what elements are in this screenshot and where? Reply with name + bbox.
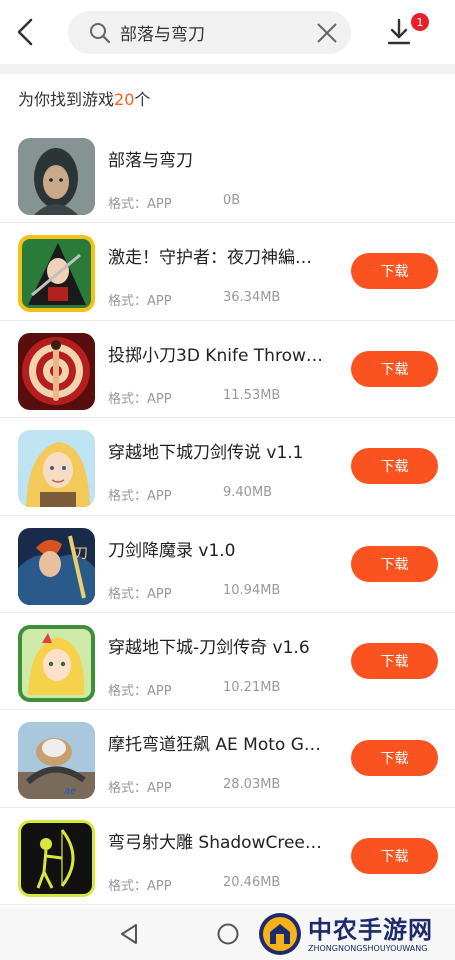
download-manager-icon[interactable] — [384, 16, 414, 48]
chevron-left-icon — [17, 18, 33, 46]
app-format: 格式：APP — [108, 391, 172, 407]
list-item[interactable]: 穿越地下城刀剑传说 v1.1 格式：APP 9.40MB 下载 — [0, 418, 455, 516]
app-size: 9.40MB — [223, 485, 273, 501]
download-button[interactable]: 下载 — [351, 448, 438, 485]
list-item[interactable]: 激走！守护者：夜刀神編… 格式：APP 36.34MB 下载 — [0, 223, 455, 321]
target-icon — [18, 332, 95, 410]
search-input[interactable] — [120, 11, 310, 54]
swordsman-icon: 刀 — [18, 527, 95, 605]
back-button[interactable] — [10, 14, 40, 50]
app-name: 部落与弯刀 — [108, 151, 193, 171]
app-name: 投掷小刀3D Knife Throw… — [108, 345, 323, 366]
list-item[interactable]: 弯弓射大雕 ShadowCree… 格式：APP 20.46MB 下载 — [0, 808, 455, 906]
shadow-archer-icon — [18, 819, 95, 897]
app-size: 10.21MB — [223, 679, 281, 695]
download-count-badge: 1 — [411, 13, 429, 31]
app-size: 36.34MB — [223, 290, 281, 306]
app-name: 刀剑降魔录 v1.0 — [108, 540, 236, 561]
app-format: 格式：APP — [108, 878, 172, 894]
app-name: 弯弓射大雕 ShadowCree… — [108, 832, 322, 853]
svg-text:刀: 刀 — [74, 546, 88, 562]
tribe-icon — [18, 138, 95, 215]
list-item[interactable]: 刀 刀剑降魔录 v1.0 格式：APP 10.94MB 下载 — [0, 516, 455, 613]
app-size: 0B — [223, 193, 241, 208]
close-icon[interactable] — [315, 21, 339, 45]
divider — [0, 64, 455, 74]
anime-girl-icon — [18, 624, 95, 702]
download-button[interactable]: 下载 — [351, 740, 438, 777]
app-size: 11.53MB — [223, 387, 281, 403]
blonde-warrior-icon — [18, 430, 95, 508]
result-count: 20 — [114, 90, 135, 109]
app-name: 摩托弯道狂飙 AE Moto G… — [108, 735, 321, 756]
result-summary-suffix: 个 — [134, 90, 151, 109]
app-size: 20.46MB — [223, 874, 281, 890]
app-size: 28.03MB — [223, 777, 281, 793]
result-summary: 为你找到游戏20个 — [18, 86, 150, 110]
app-format: 格式：APP — [108, 586, 172, 602]
search-icon — [90, 23, 111, 44]
app-name: 穿越地下城刀剑传说 v1.1 — [108, 443, 304, 464]
top-bar: 1 — [0, 0, 455, 64]
watermark-title: 中农手游网 — [308, 915, 433, 944]
app-format: 格式：APP — [108, 197, 172, 212]
result-summary-prefix: 为你找到游戏 — [18, 90, 115, 109]
app-format: 格式：APP — [108, 294, 172, 310]
app-list: 部落与弯刀 格式：APP 0B 激走！守护者：夜刀神編… 格式：APP 36.3… — [0, 126, 455, 906]
list-item[interactable]: 穿越地下城-刀剑传奇 v1.6 格式：APP 10.21MB 下载 — [0, 613, 455, 711]
watermark-logo-icon — [259, 913, 301, 955]
list-item[interactable]: 部落与弯刀 格式：APP 0B — [0, 126, 455, 224]
app-format: 格式：APP — [108, 781, 172, 797]
nav-home-icon[interactable] — [216, 922, 240, 946]
app-size: 10.94MB — [223, 582, 281, 598]
app-name: 激走！守护者：夜刀神編… — [108, 248, 312, 269]
download-button[interactable]: 下载 — [351, 350, 438, 387]
download-button[interactable]: 下载 — [351, 545, 438, 582]
ninja-icon — [18, 235, 95, 313]
watermark: 中农手游网 ZHONGNONGSHOUYOUWANG — [258, 910, 448, 958]
app-format: 格式：APP — [108, 683, 172, 699]
app-format: 格式：APP — [108, 489, 172, 505]
watermark-subtitle: ZHONGNONGSHOUYOUWANG — [308, 944, 428, 953]
download-button[interactable]: 下载 — [351, 253, 438, 290]
svg-text:ae: ae — [64, 786, 76, 797]
moto-rider-icon: ae — [18, 722, 95, 800]
list-item[interactable]: 投掷小刀3D Knife Throw… 格式：APP 11.53MB 下载 — [0, 321, 455, 419]
app-name: 穿越地下城-刀剑传奇 v1.6 — [108, 637, 310, 658]
search-box[interactable] — [68, 11, 351, 54]
download-button[interactable]: 下载 — [351, 837, 438, 874]
list-item[interactable]: ae 摩托弯道狂飙 AE Moto G… 格式：APP 28.03MB 下载 — [0, 710, 455, 808]
nav-back-icon[interactable] — [118, 922, 142, 946]
download-button[interactable]: 下载 — [351, 642, 438, 679]
